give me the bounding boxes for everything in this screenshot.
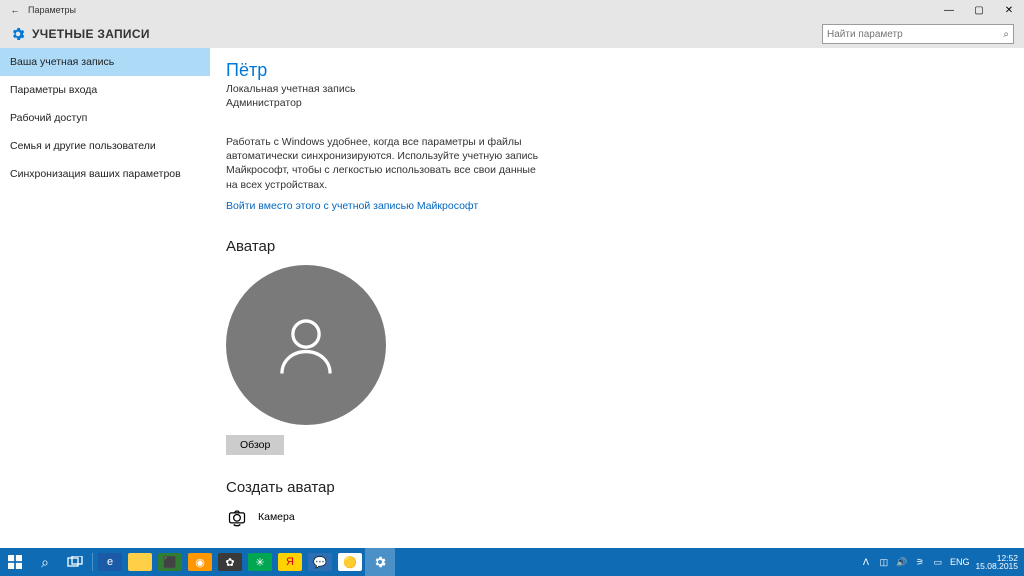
content-panel: Пётр Локальная учетная запись Администра… xyxy=(210,48,1024,548)
search-input[interactable] xyxy=(827,29,1003,40)
tray-wifi-icon[interactable]: ⚞ xyxy=(914,556,926,568)
taskbar-app-bubble[interactable]: 💬 xyxy=(305,548,335,576)
taskbar-app-1[interactable]: ◉ xyxy=(185,548,215,576)
tray-language[interactable]: ENG xyxy=(950,557,970,567)
taskbar-app-2[interactable]: ✿ xyxy=(215,548,245,576)
tray-date: 15.08.2015 xyxy=(975,562,1018,571)
sidebar-item-your-account[interactable]: Ваша учетная запись xyxy=(0,48,210,76)
taskbar-app-edge[interactable]: e xyxy=(95,548,125,576)
taskbar: ⌕ e ⬛ ◉ ✿ ✳ Я 💬 🟡 ᐱ ◫ 🔊 ⚞ ▭ ENG 12:52 15… xyxy=(0,548,1024,576)
tray-show-hidden-icon[interactable]: ᐱ xyxy=(860,556,872,568)
sidebar: Ваша учетная запись Параметры входа Рабо… xyxy=(0,48,210,548)
close-button[interactable]: ✕ xyxy=(994,0,1024,20)
taskbar-app-settings[interactable] xyxy=(365,548,395,576)
sidebar-item-family-others[interactable]: Семья и другие пользователи xyxy=(0,132,210,160)
taskbar-app-chrome[interactable]: 🟡 xyxy=(335,548,365,576)
search-icon: ⌕ xyxy=(41,554,49,571)
avatar-placeholder xyxy=(226,265,386,425)
gear-icon xyxy=(373,555,387,569)
account-description: Работать с Windows удобнее, когда все па… xyxy=(226,135,546,192)
tray-clock[interactable]: 12:52 15.08.2015 xyxy=(975,554,1018,571)
titlebar: ← Параметры — ▢ ✕ xyxy=(0,0,1024,20)
search-taskbar-button[interactable]: ⌕ xyxy=(30,548,60,576)
tray-volume-icon[interactable]: 🔊 xyxy=(896,556,908,568)
sign-in-microsoft-link[interactable]: Войти вместо этого с учетной записью Май… xyxy=(226,200,478,212)
browse-button[interactable]: Обзор xyxy=(226,435,284,455)
gear-icon xyxy=(10,26,26,42)
sidebar-item-work-access[interactable]: Рабочий доступ xyxy=(0,104,210,132)
maximize-button[interactable]: ▢ xyxy=(964,0,994,20)
tray-network-icon[interactable]: ◫ xyxy=(878,556,890,568)
system-tray: ᐱ ◫ 🔊 ⚞ ▭ ENG 12:52 15.08.2015 xyxy=(860,554,1024,571)
start-button[interactable] xyxy=(0,548,30,576)
header-bar: УЧЕТНЫЕ ЗАПИСИ ⌕ xyxy=(0,20,1024,48)
window-title: Параметры xyxy=(28,5,76,15)
page-title: УЧЕТНЫЕ ЗАПИСИ xyxy=(32,27,150,41)
person-icon xyxy=(271,310,341,380)
avatar-heading: Аватар xyxy=(226,238,1024,255)
taskbar-app-yandex[interactable]: Я xyxy=(275,548,305,576)
taskbar-app-3[interactable]: ✳ xyxy=(245,548,275,576)
sidebar-item-sync-settings[interactable]: Синхронизация ваших параметров xyxy=(0,160,210,188)
account-type: Локальная учетная запись xyxy=(226,83,1024,95)
minimize-button[interactable]: — xyxy=(934,0,964,20)
account-name: Пётр xyxy=(226,60,1024,81)
task-view-button[interactable] xyxy=(60,548,90,576)
camera-icon xyxy=(226,506,248,528)
tray-action-center-icon[interactable]: ▭ xyxy=(932,556,944,568)
sidebar-item-sign-in-options[interactable]: Параметры входа xyxy=(0,76,210,104)
create-avatar-heading: Создать аватар xyxy=(226,479,1024,496)
taskbar-app-store[interactable]: ⬛ xyxy=(155,548,185,576)
camera-label: Камера xyxy=(258,511,295,523)
taskbar-app-explorer[interactable] xyxy=(125,548,155,576)
back-button[interactable]: ← xyxy=(8,5,22,15)
search-box[interactable]: ⌕ xyxy=(822,24,1014,44)
account-role: Администратор xyxy=(226,97,1024,109)
taskbar-separator xyxy=(92,553,93,571)
search-icon: ⌕ xyxy=(1003,29,1009,40)
camera-option[interactable]: Камера xyxy=(226,506,1024,528)
